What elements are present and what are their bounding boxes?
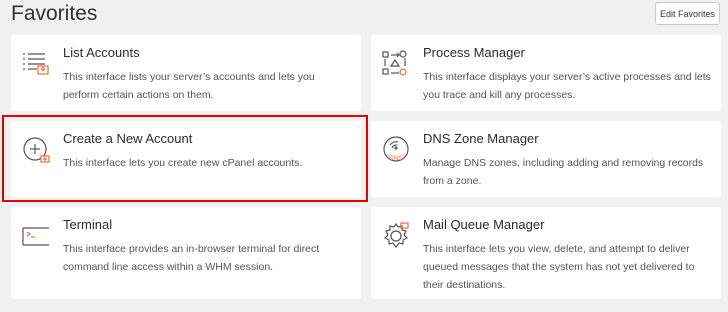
dns-icon-text: DNS — [389, 155, 403, 162]
card-terminal[interactable]: Terminal This interface provides an in-b… — [11, 207, 361, 299]
card-title: Create a New Account — [63, 131, 193, 146]
card-description: This interface lists your server’s accou… — [63, 71, 315, 101]
card-title: Terminal — [63, 217, 113, 232]
card-description: This interface lets you view, delete, an… — [423, 243, 695, 291]
card-title: Process Manager — [423, 45, 525, 60]
list-accounts-icon — [21, 49, 51, 79]
card-list-accounts[interactable]: List Accounts This interface lists your … — [11, 35, 361, 111]
card-description: Manage DNS zones, including adding and r… — [423, 157, 704, 187]
page-title: Favorites — [11, 2, 98, 25]
card-description: This interface displays your server’s ac… — [423, 71, 711, 101]
card-dns-zone-manager[interactable]: DNS DNS Zone Manager Manage DNS zones, i… — [371, 121, 721, 197]
mail-queue-gear-icon — [381, 221, 411, 251]
terminal-icon — [21, 221, 51, 251]
card-description: This interface lets you create new cPane… — [63, 157, 303, 169]
dns-zone-icon: DNS — [381, 135, 411, 165]
card-description: This interface provides an in-browser te… — [63, 243, 320, 273]
card-title: DNS Zone Manager — [423, 131, 539, 146]
card-mail-queue-manager[interactable]: Mail Queue Manager This interface lets y… — [371, 207, 721, 299]
edit-favorites-button[interactable]: Edit Favorites — [655, 2, 720, 25]
card-process-manager[interactable]: Process Manager This interface displays … — [371, 35, 721, 111]
card-create-new-account[interactable]: Create a New Account This interface lets… — [11, 121, 361, 197]
process-manager-icon — [381, 49, 411, 79]
card-title: List Accounts — [63, 45, 140, 60]
create-account-icon — [21, 135, 51, 165]
card-title: Mail Queue Manager — [423, 217, 545, 232]
